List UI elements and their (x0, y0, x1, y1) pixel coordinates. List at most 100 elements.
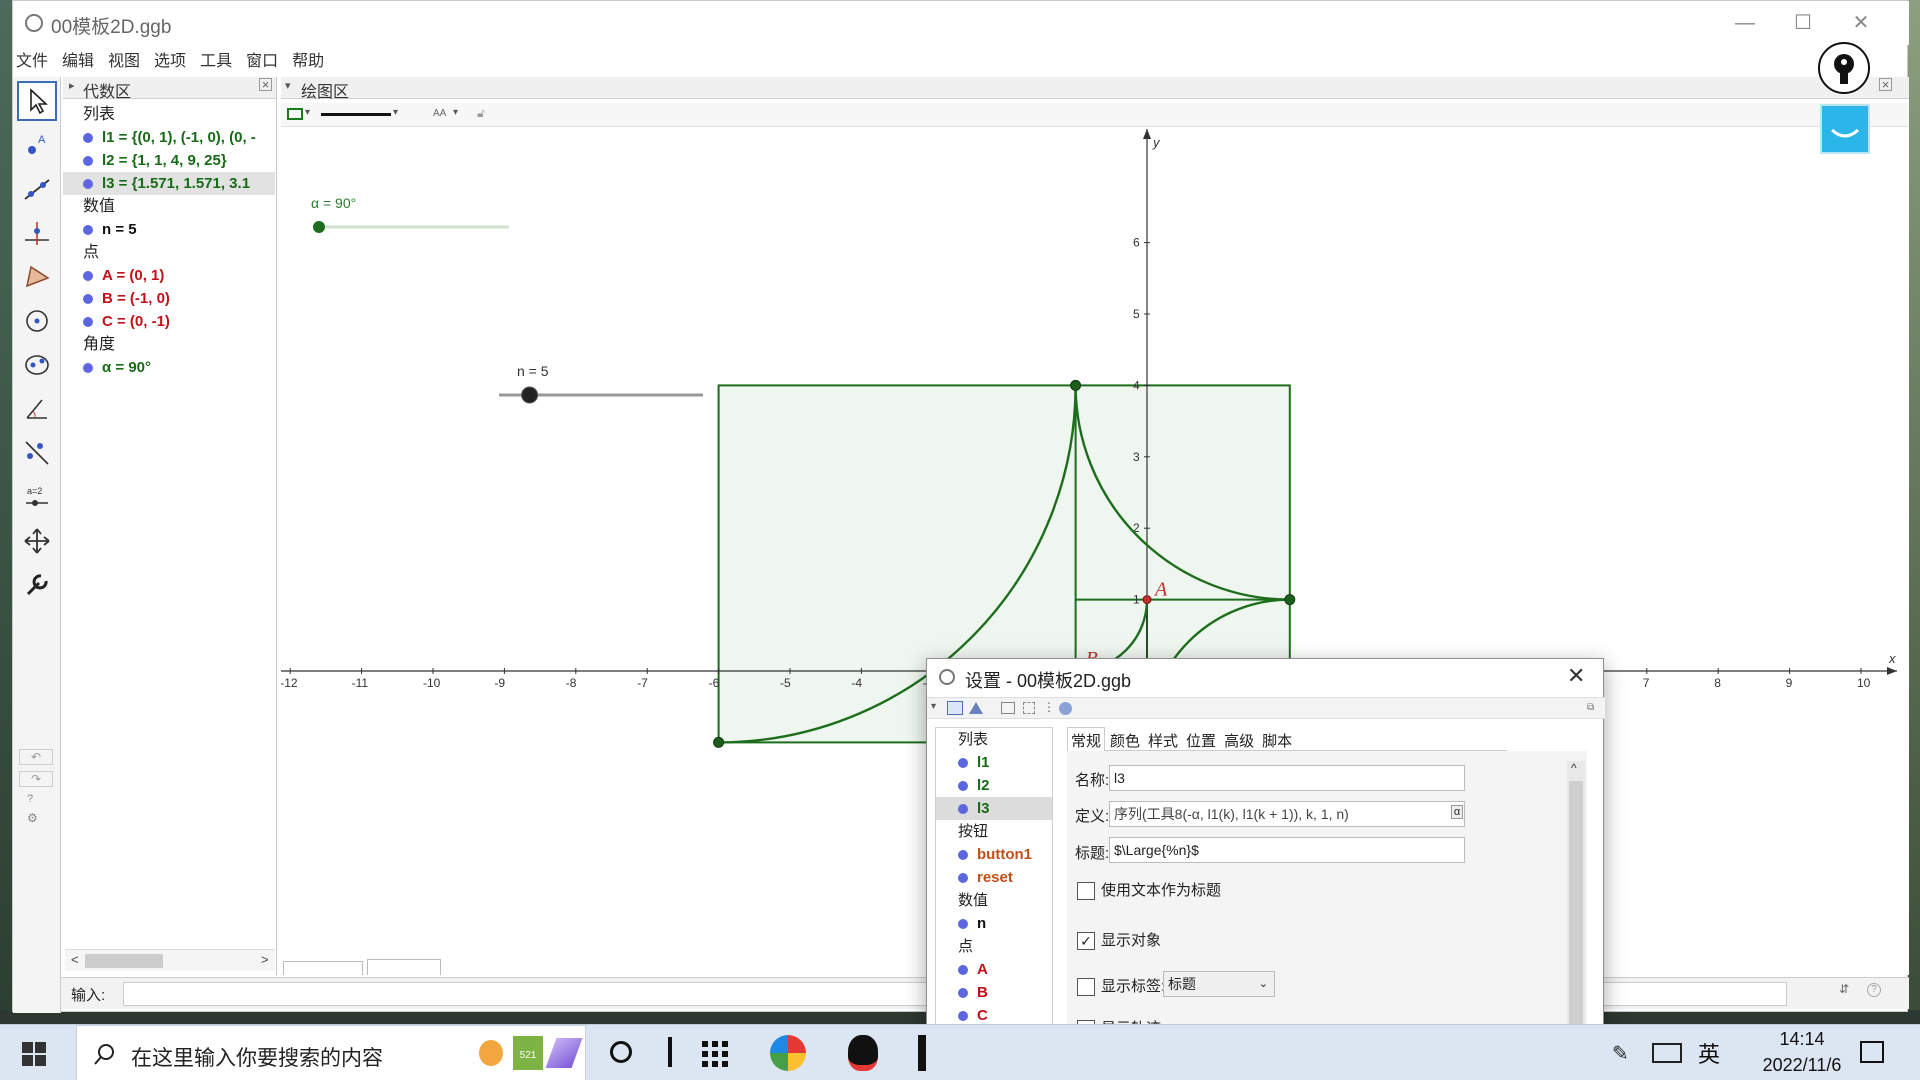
perpendicular-tool[interactable] (17, 213, 57, 253)
view-tab-2[interactable] (367, 959, 441, 975)
show-label-checkbox[interactable] (1077, 978, 1095, 997)
alpha-slider-knob[interactable] (313, 221, 325, 233)
conic-tool[interactable] (17, 345, 57, 385)
keyboard-icon[interactable] (1652, 1043, 1682, 1063)
tree-item[interactable]: A (936, 958, 1052, 981)
label-mode-select[interactable]: 标题 ⌄ (1163, 971, 1275, 997)
tree-item[interactable]: reset (936, 866, 1052, 889)
chevron-down-icon[interactable]: ▾ (393, 107, 398, 118)
algebra-item[interactable]: l2 = {1, 1, 4, 9, 25} (63, 149, 275, 172)
horizontal-scrollbar[interactable]: < > (65, 949, 275, 971)
point-a[interactable] (1142, 595, 1152, 605)
dock-icon[interactable]: ⧉ (1587, 702, 1594, 713)
clock-date[interactable]: 2022/11/6 (1746, 1055, 1858, 1076)
tree-item[interactable]: l3 (936, 797, 1052, 820)
layout-settings-icon[interactable] (1001, 702, 1015, 714)
undo-button[interactable]: ↶ (19, 749, 53, 765)
smiley-icon[interactable] (1820, 104, 1870, 154)
taskbar-search-box[interactable]: 在这里输入你要搜索的内容 521 (76, 1025, 586, 1080)
redo-button[interactable]: ↷ (19, 771, 53, 787)
visibility-toggle-icon[interactable] (83, 317, 93, 328)
tree-category[interactable]: 数值 (936, 889, 1052, 912)
scroll-left-icon[interactable]: < (71, 952, 79, 967)
tree-item[interactable]: B (936, 981, 1052, 1004)
n-slider-knob[interactable] (521, 386, 539, 404)
tree-category[interactable]: 按钮 (936, 820, 1052, 843)
slider-tool[interactable]: a=2 (17, 477, 57, 517)
tab-advanced[interactable]: 高级 (1221, 728, 1257, 751)
move-view-tool[interactable] (17, 521, 57, 561)
input-dropdown-icon[interactable]: ⇵ (1839, 982, 1849, 996)
custom-tool[interactable] (17, 565, 57, 605)
lock-icon[interactable]: 🔓︎ (477, 106, 485, 121)
menu-edit[interactable]: 编辑 (62, 47, 94, 71)
tree-category[interactable]: 点 (936, 935, 1052, 958)
color-swatch-icon[interactable] (287, 108, 303, 120)
visibility-toggle-icon[interactable] (83, 225, 93, 236)
tree-item[interactable]: button1 (936, 843, 1052, 866)
help-icon[interactable]: ? (27, 793, 33, 805)
close-button[interactable]: ✕ (1841, 9, 1881, 37)
visibility-toggle-icon[interactable] (83, 179, 93, 190)
point-tool[interactable]: A (17, 125, 57, 165)
scroll-right-icon[interactable]: > (261, 952, 269, 967)
maximize-button[interactable]: ☐ (1783, 9, 1823, 37)
algebra-item[interactable]: C = (0, -1) (63, 310, 275, 333)
text-size-icon[interactable]: AA (433, 108, 446, 119)
vertex-point[interactable] (713, 736, 725, 748)
calendar-521-icon[interactable]: 521 (513, 1036, 543, 1070)
medal-icon[interactable] (479, 1040, 503, 1066)
algebra-settings-icon[interactable] (1023, 702, 1035, 714)
reflect-tool[interactable] (17, 433, 57, 473)
algebra-item[interactable]: l1 = {(0, 1), (-1, 0), (0, - (63, 126, 275, 149)
ime-indicator[interactable]: 英 (1698, 1037, 1720, 1069)
menu-file[interactable]: 文件 (16, 47, 48, 71)
menu-tools[interactable]: 工具 (200, 47, 232, 71)
menu-window[interactable]: 窗口 (246, 47, 278, 71)
tree-item[interactable]: n (936, 912, 1052, 935)
definition-input[interactable]: 序列(工具8(-α, l1(k), l1(k + 1)), k, 1, n) (1109, 801, 1465, 827)
taskbar-app-icon[interactable] (918, 1035, 926, 1071)
line-style-icon[interactable] (321, 113, 391, 116)
notification-icon[interactable] (1860, 1041, 1884, 1063)
scroll-thumb[interactable] (85, 954, 163, 968)
globe-settings-icon[interactable] (1059, 702, 1072, 715)
menu-help[interactable]: 帮助 (292, 47, 324, 71)
algebra-item[interactable]: B = (-1, 0) (63, 287, 275, 310)
use-text-caption-checkbox[interactable] (1077, 882, 1095, 901)
tab-scripting[interactable]: 脚本 (1259, 728, 1295, 751)
cortana-icon[interactable] (610, 1041, 632, 1063)
vertex-point[interactable] (1284, 594, 1296, 606)
algebra-item[interactable]: α = 90° (63, 356, 275, 379)
collapse-arrow-icon[interactable]: ▾ (285, 79, 291, 92)
tree-category[interactable]: 列表 (936, 728, 1052, 751)
gear-icon[interactable]: ⚙ (27, 811, 38, 825)
close-panel-icon[interactable]: × (259, 78, 272, 91)
visibility-toggle-icon[interactable] (83, 133, 93, 144)
pen-icon[interactable]: ✎ (1612, 1041, 1629, 1066)
windows-start-icon[interactable] (22, 1042, 46, 1066)
polygon-tool[interactable] (17, 257, 57, 297)
tree-item[interactable]: l1 (936, 751, 1052, 774)
minimize-button[interactable]: — (1725, 9, 1765, 37)
task-view-icon[interactable] (668, 1037, 672, 1067)
algebra-item[interactable]: n = 5 (63, 218, 275, 241)
input-help-icon[interactable]: ? (1867, 983, 1881, 997)
collapse-arrow-icon[interactable]: ▸ (69, 79, 75, 92)
browser-icon[interactable] (770, 1035, 806, 1071)
algebra-item[interactable]: A = (0, 1) (63, 264, 275, 287)
caption-input[interactable]: $\Large{%n}$ (1109, 837, 1465, 863)
algebra-item[interactable]: l3 = {1.571, 1.571, 3.1 (63, 172, 275, 195)
vertex-point[interactable] (1070, 379, 1082, 391)
name-input[interactable]: l3 (1109, 765, 1465, 791)
close-panel-icon[interactable]: × (1879, 78, 1892, 91)
tab-position[interactable]: 位置 (1183, 728, 1219, 751)
visibility-toggle-icon[interactable] (83, 156, 93, 167)
graphics-settings-icon[interactable] (947, 701, 963, 715)
visibility-toggle-icon[interactable] (83, 294, 93, 305)
line-tool[interactable] (17, 169, 57, 209)
menu-options[interactable]: 选项 (154, 47, 186, 71)
angle-tool[interactable] (17, 389, 57, 429)
chevron-down-icon[interactable]: ▾ (305, 107, 310, 118)
feather-icon[interactable] (545, 1038, 583, 1068)
